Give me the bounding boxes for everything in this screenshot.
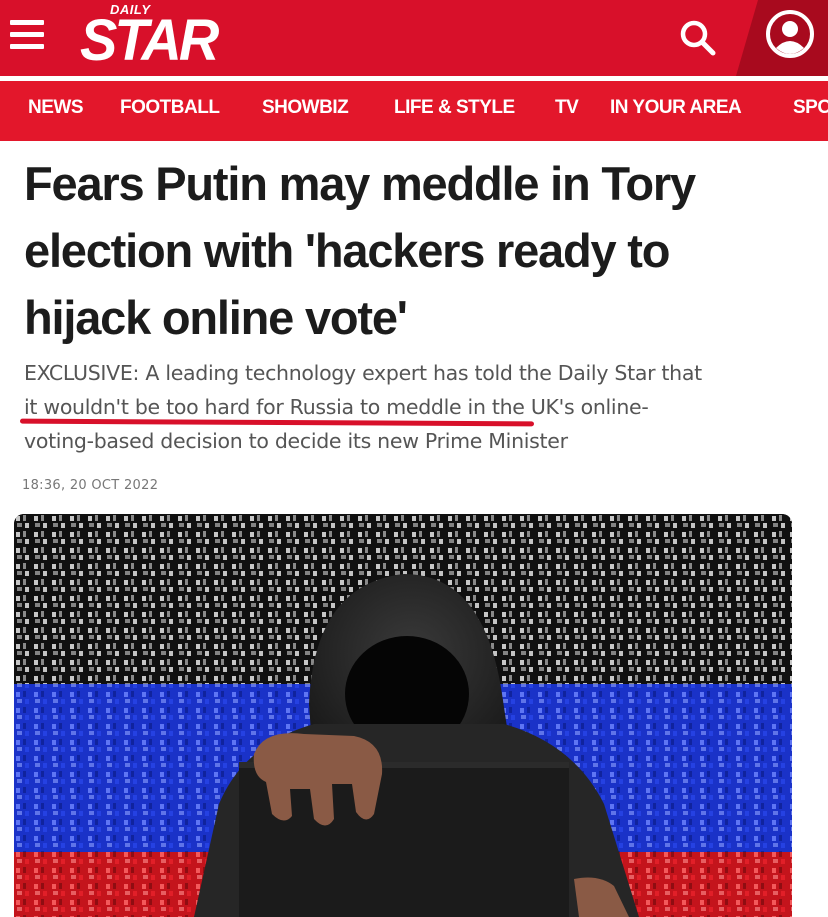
standfirst-line: EXCLUSIVE: A leading technology expert h… — [24, 361, 702, 385]
article-standfirst: EXCLUSIVE: A leading technology expert h… — [24, 356, 814, 458]
standfirst-line: voting-based decision to decide its new … — [24, 429, 568, 453]
logo-star-text: STAR — [80, 6, 219, 73]
headline-line: election with 'hackers ready to — [24, 224, 670, 277]
nav-news[interactable]: NEWS — [28, 97, 84, 119]
nav-showbiz[interactable]: SHOWBIZ — [262, 97, 349, 119]
article-headline: Fears Putin may meddle in Tory election … — [24, 150, 804, 351]
daily-star-logo[interactable]: DAILY STAR — [80, 2, 219, 72]
search-icon[interactable] — [678, 18, 718, 58]
nav-tv[interactable]: TV — [555, 97, 579, 119]
section-nav: NEWS FOOTBALL SHOWBIZ LIFE & STYLE TV IN… — [0, 81, 828, 141]
nav-football[interactable]: FOOTBALL — [120, 97, 220, 119]
article-hero-image[interactable] — [14, 514, 792, 917]
nav-in-your-area[interactable]: IN YOUR AREA — [610, 97, 742, 119]
headline-line: hijack online vote' — [24, 291, 408, 344]
hamburger-menu-icon[interactable] — [10, 20, 48, 52]
nav-life-style[interactable]: LIFE & STYLE — [394, 97, 515, 119]
nav-sport[interactable]: SPO — [793, 97, 828, 119]
user-account-icon[interactable] — [764, 8, 816, 60]
headline-line: Fears Putin may meddle in Tory — [24, 157, 696, 210]
publish-timestamp: 18:36, 20 OCT 2022 — [22, 478, 159, 493]
